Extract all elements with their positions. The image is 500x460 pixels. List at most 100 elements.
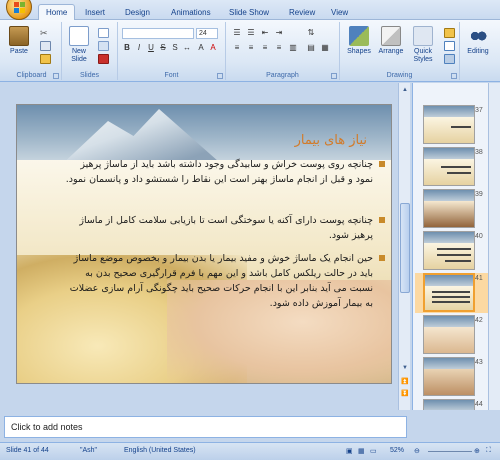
thumbnail-text-line: [437, 254, 471, 256]
strikethrough-icon[interactable]: S: [158, 43, 168, 53]
scroll-up-icon[interactable]: ▲: [400, 85, 410, 95]
thumbnail-sky: [424, 106, 474, 117]
align-left-icon[interactable]: ≡: [232, 43, 242, 53]
numbering-icon[interactable]: ☰: [246, 28, 256, 38]
align-right-icon[interactable]: ≡: [260, 43, 270, 53]
paragraph-launcher[interactable]: [331, 73, 337, 79]
thumbnail-39[interactable]: 39: [415, 189, 495, 229]
increase-indent-icon[interactable]: ⇥: [274, 28, 284, 38]
format-painter-icon[interactable]: [40, 54, 51, 64]
clipboard-launcher[interactable]: [53, 73, 59, 79]
justify-icon[interactable]: ≡: [274, 43, 284, 53]
tab-home[interactable]: Home: [38, 4, 76, 21]
shape-fill-icon[interactable]: [444, 28, 455, 38]
office-button[interactable]: [6, 0, 32, 20]
bullet-text: چنانچه پوست دارای آکنه یا سوختگی است تا …: [79, 215, 373, 241]
bullet-item[interactable]: حین انجام یک ماساژ خوش و مفید بیمار یا ب…: [61, 251, 385, 311]
paragraph-group: ☰ ☰ ⇤ ⇥ ≡ ≡ ≡ ≡ ▥ ⇅ ▤ ▦ Paragraph: [226, 22, 340, 80]
zoom-in-icon[interactable]: ⊕: [474, 447, 480, 455]
zoom-level[interactable]: 52%: [390, 447, 404, 454]
paste-button[interactable]: Paste: [6, 26, 32, 56]
drawing-launcher[interactable]: [451, 73, 457, 79]
shape-effects-icon[interactable]: [444, 54, 455, 64]
scroll-down-icon[interactable]: ▼: [400, 363, 410, 373]
bullet-item[interactable]: چنانچه پوست دارای آکنه یا سوختگی است تا …: [61, 213, 385, 243]
zoom-out-icon[interactable]: ⊖: [414, 447, 420, 455]
tab-animations[interactable]: Animations: [164, 6, 218, 20]
thumbnail-37[interactable]: 37: [415, 105, 495, 145]
delete-slide-icon[interactable]: [98, 54, 109, 64]
normal-view-icon[interactable]: ▣: [346, 447, 353, 455]
align-text-icon[interactable]: ▤: [306, 43, 316, 53]
thumbnail-40[interactable]: 40: [415, 231, 495, 271]
layout-icon[interactable]: [98, 28, 109, 38]
thumbnail-text-line: [432, 301, 470, 303]
text-direction-icon[interactable]: ⇅: [306, 28, 316, 38]
fit-window-icon[interactable]: ⛶: [486, 447, 491, 455]
smartart-icon[interactable]: ▦: [320, 43, 330, 53]
slideshow-view-icon[interactable]: ▭: [370, 447, 377, 455]
arrange-button[interactable]: Arrange: [378, 26, 404, 56]
bold-icon[interactable]: B: [122, 43, 132, 53]
align-center-icon[interactable]: ≡: [246, 43, 256, 53]
editing-group: Editing: [460, 22, 498, 80]
decrease-indent-icon[interactable]: ⇤: [260, 28, 270, 38]
reset-icon[interactable]: [98, 41, 109, 51]
thumbnail-41[interactable]: 41: [415, 273, 495, 313]
slide-vertical-scrollbar[interactable]: ▲ ▼ ⏫ ⏬: [398, 83, 410, 410]
thumbnail-44[interactable]: 44: [415, 399, 495, 410]
bullets-icon[interactable]: ☰: [232, 28, 242, 38]
thumbnail-number: 44: [475, 401, 483, 408]
thumbnail-number: 39: [475, 191, 483, 198]
slide-title[interactable]: نیاز های بیمار: [295, 133, 367, 148]
copy-icon[interactable]: [40, 41, 51, 51]
italic-icon[interactable]: I: [134, 43, 144, 53]
scrollbar-thumb[interactable]: [400, 203, 410, 293]
font-size-combo[interactable]: 24: [196, 28, 218, 39]
thumbnail-42[interactable]: 42: [415, 315, 495, 355]
font-name-combo[interactable]: [122, 28, 194, 39]
binoculars-icon: [468, 26, 488, 46]
shadow-icon[interactable]: S: [170, 43, 180, 53]
tab-insert[interactable]: Insert: [78, 6, 112, 20]
change-case-icon[interactable]: A: [196, 43, 206, 53]
editing-button[interactable]: Editing: [465, 26, 491, 56]
bullet-item[interactable]: چنانچه روی پوست خراش و سابیدگی وجود داشت…: [61, 157, 385, 187]
tab-view[interactable]: View: [324, 6, 355, 20]
quick-styles-button[interactable]: Quick Styles: [410, 26, 436, 64]
zoom-slider[interactable]: [428, 451, 472, 452]
thumbnail-number: 40: [475, 233, 483, 240]
shape-outline-icon[interactable]: [444, 41, 455, 51]
thumbnail-38[interactable]: 38: [415, 147, 495, 187]
cut-icon[interactable]: ✂: [40, 28, 51, 38]
tab-slide-show[interactable]: Slide Show: [222, 6, 276, 20]
ribbon-tab-bar: Home Insert Design Animations Slide Show…: [0, 0, 500, 21]
columns-icon[interactable]: ▥: [288, 43, 298, 53]
bullet-text: حین انجام یک ماساژ خوش و مفید بیمار یا ب…: [69, 253, 373, 309]
thumbnails-scrollbar[interactable]: [488, 83, 500, 410]
underline-icon[interactable]: U: [146, 43, 156, 53]
thumbnail-image: [423, 231, 475, 270]
ribbon: Paste ✂ Clipboard New Slide Slides 24 B …: [0, 20, 500, 82]
thumbnail-43[interactable]: 43: [415, 357, 495, 397]
thumbnail-image: [423, 315, 475, 354]
sorter-view-icon[interactable]: ▦: [358, 447, 365, 455]
slide-canvas[interactable]: نیاز های بیمار چنانچه روی پوست خراش و سا…: [16, 104, 392, 384]
notes-pane[interactable]: Click to add notes: [4, 416, 407, 438]
new-slide-label: New Slide: [71, 48, 87, 63]
new-slide-button[interactable]: New Slide: [66, 26, 92, 64]
font-color-icon[interactable]: A: [208, 43, 218, 53]
notes-placeholder: Click to add notes: [11, 422, 83, 432]
thumbnail-number: 38: [475, 149, 483, 156]
shapes-button[interactable]: Shapes: [346, 26, 372, 56]
thumbnail-body: [424, 327, 474, 353]
tab-review[interactable]: Review: [282, 6, 322, 20]
previous-slide-icon[interactable]: ⏫: [400, 377, 410, 387]
next-slide-icon[interactable]: ⏬: [400, 389, 410, 399]
thumbnail-sky: [424, 358, 474, 369]
char-spacing-icon[interactable]: ↔: [182, 43, 192, 53]
language-indicator[interactable]: English (United States): [124, 447, 196, 454]
font-launcher[interactable]: [217, 73, 223, 79]
tab-design[interactable]: Design: [118, 6, 157, 20]
drawing-group: Shapes Arrange Quick Styles Drawing: [340, 22, 460, 80]
